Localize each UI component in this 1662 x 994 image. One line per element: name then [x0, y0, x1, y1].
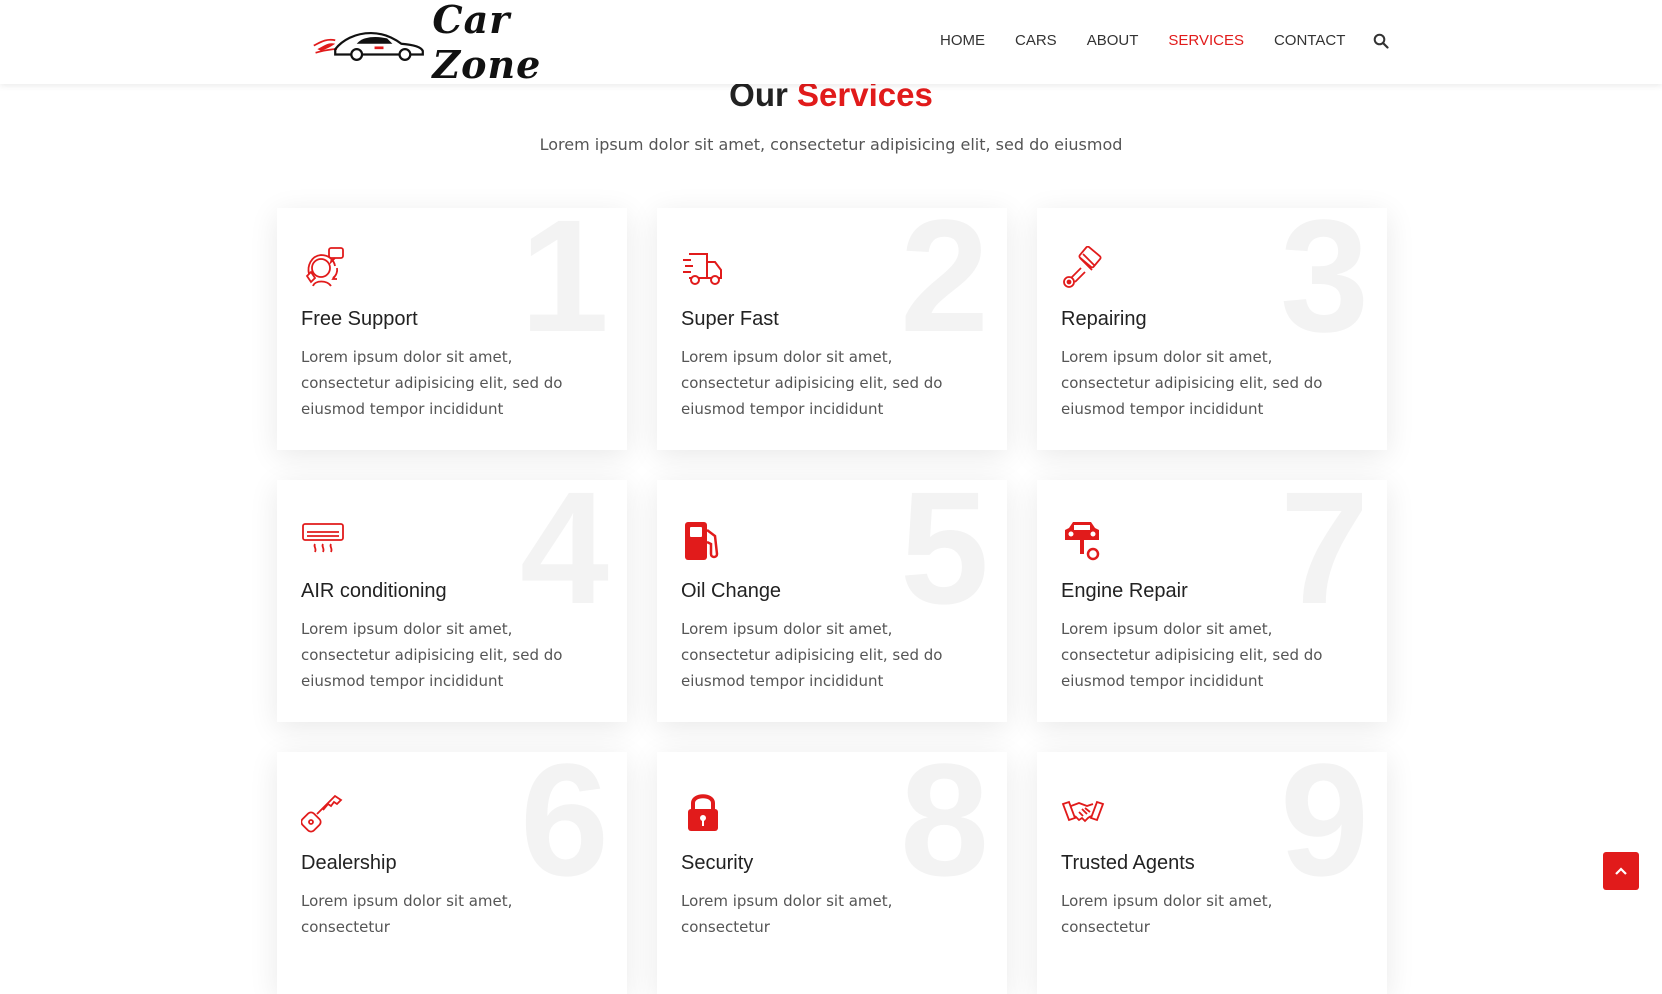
support-agent-icon	[305, 247, 344, 287]
car-key-icon	[301, 794, 343, 833]
service-title: Dealership	[301, 852, 397, 874]
service-number: 9	[1280, 752, 1369, 909]
chevron-up-icon	[1615, 867, 1627, 875]
service-card: 6 Dealership Lorem ipsum dolor sit amet,…	[277, 752, 627, 994]
service-description: Lorem ipsum dolor sit amet, consectetur …	[301, 620, 563, 690]
service-description: Lorem ipsum dolor sit amet, consectetur …	[1061, 620, 1323, 690]
service-card: 9 Trusted Agents Lorem ipsum dolor sit a…	[1037, 752, 1387, 994]
search-icon[interactable]	[1373, 33, 1389, 49]
service-card: 3 Repairing Lorem ipsum dolor sit amet, …	[1037, 208, 1387, 450]
service-number: 8	[900, 752, 989, 909]
section-subtitle: Lorem ipsum dolor sit amet, consectetur …	[539, 135, 1123, 154]
piston-icon	[1063, 246, 1102, 288]
service-description: Lorem ipsum dolor sit amet, consectetur …	[681, 348, 943, 418]
service-description: Lorem ipsum dolor sit amet, consectetur …	[1061, 348, 1323, 418]
main-nav: HOME CARS ABOUT SERVICES CONTACT	[940, 32, 1389, 49]
brand-logo[interactable]: Car Zone	[312, 0, 612, 87]
service-number: 4	[520, 480, 609, 637]
service-card: 4 AIR conditioning Lorem ipsum dolor sit…	[277, 480, 627, 722]
service-card: 2 Super Fast Lorem ipsum dolor sit amet,…	[657, 208, 1007, 450]
padlock-icon	[688, 794, 718, 831]
service-number: 5	[900, 480, 989, 637]
car-logo-icon	[313, 31, 424, 61]
scroll-to-top-button[interactable]	[1603, 852, 1639, 890]
service-description: Lorem ipsum dolor sit amet, consectetur	[681, 892, 893, 936]
nav-item-home[interactable]: HOME	[940, 32, 985, 49]
site-header: Car Zone HOME CARS ABOUT SERVICES CONTAC…	[0, 0, 1662, 87]
nav-item-contact[interactable]: CONTACT	[1274, 32, 1345, 49]
service-number: 3	[1280, 208, 1369, 365]
service-description: Lorem ipsum dolor sit amet, consectetur …	[681, 620, 943, 690]
service-title: Oil Change	[681, 580, 782, 602]
service-card: 1 Free Support Lorem ipsum dolor sit ame…	[277, 208, 627, 450]
service-title: Trusted Agents	[1061, 852, 1195, 874]
service-number: 6	[520, 752, 609, 909]
service-title: Repairing	[1061, 308, 1147, 330]
brand-name: Car Zone	[432, 0, 542, 87]
service-number: 1	[520, 208, 609, 365]
fuel-pump-icon	[685, 522, 719, 560]
nav-item-services[interactable]: SERVICES	[1168, 32, 1244, 49]
service-card: 5 Oil Change Lorem ipsum dolor sit amet,…	[657, 480, 1007, 722]
service-card: 8 Security Lorem ipsum dolor sit amet, c…	[657, 752, 1007, 994]
air-conditioner-icon	[302, 523, 344, 553]
service-description: Lorem ipsum dolor sit amet, consectetur …	[301, 348, 563, 418]
handshake-icon	[1061, 800, 1105, 823]
service-title: Engine Repair	[1061, 580, 1188, 602]
service-title: Super Fast	[681, 308, 779, 330]
service-title: Security	[681, 852, 754, 874]
service-description: Lorem ipsum dolor sit amet, consectetur	[301, 892, 513, 936]
nav-item-cars[interactable]: CARS	[1015, 32, 1057, 49]
nav-item-about[interactable]: ABOUT	[1087, 32, 1139, 49]
fast-truck-icon	[683, 253, 722, 285]
service-title: AIR conditioning	[301, 580, 447, 602]
service-number: 2	[900, 208, 989, 365]
service-title: Free Support	[301, 308, 418, 330]
car-repair-icon	[1065, 522, 1100, 561]
service-card: 7 Engine Repair Lorem ipsum dolor sit am…	[1037, 480, 1387, 722]
service-description: Lorem ipsum dolor sit amet, consectetur	[1061, 892, 1273, 936]
service-number: 7	[1280, 480, 1369, 637]
